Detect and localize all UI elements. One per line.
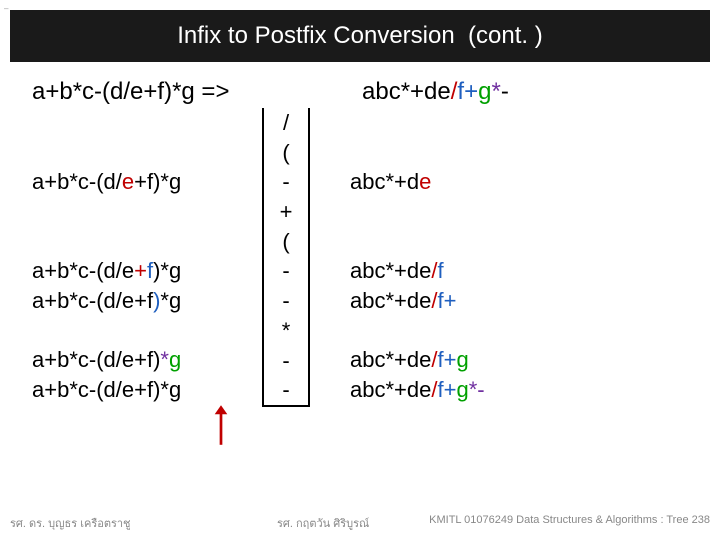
header-expr: a+b*c-(d/e+f)*g => (32, 78, 292, 106)
content-area: a+b*c-(d/e+f)*g => abc*+de/f+g*- /(a+b*c… (32, 78, 688, 500)
stack-cell: * (262, 316, 310, 346)
expr-cell: a+b*c-(d/e+f)*g (32, 288, 262, 314)
stack-cell: - (262, 286, 310, 316)
stack-cell: - (262, 256, 310, 286)
footer-mid: รศ. กฤตวัน ศิริบูรณ์ (277, 514, 369, 532)
header-result: abc*+de/f+g*- (362, 78, 509, 106)
expr-cell: a+b*c-(d/e+f)*g (32, 258, 262, 284)
output-cell: abc*+de/f+ (310, 288, 688, 314)
up-arrow-icon (212, 404, 230, 446)
stack-cell: - (262, 346, 310, 376)
output-cell: abc*+de/f (310, 258, 688, 284)
header-row: a+b*c-(d/e+f)*g => abc*+de/f+g*- (32, 78, 688, 106)
stack-cell: - (262, 167, 310, 197)
stack-cell: ( (262, 138, 310, 168)
footer-right: KMITL 01076249 Data Structures & Algorit… (429, 514, 710, 532)
expr-cell: a+b*c-(d/e+f)*g (32, 169, 262, 195)
output-cell: abc*+de/f+g (310, 347, 688, 373)
conversion-table: /(a+b*c-(d/e+f)*g-abc*+de+(a+b*c-(d/e+f)… (32, 108, 688, 405)
stack-cell: / (262, 108, 310, 138)
tiny-corner: – (4, 4, 8, 13)
stack-cell: - (262, 375, 310, 405)
stack-cell: + (262, 197, 310, 227)
footer: รศ. ดร. บุญธร เครือตราชู รศ. กฤตวัน ศิริ… (10, 514, 710, 532)
footer-left: รศ. ดร. บุญธร เครือตราชู (10, 514, 131, 532)
slide: – Infix to Postfix Conversion (cont. ) a… (0, 0, 720, 540)
expr-cell: a+b*c-(d/e+f)*g (32, 347, 262, 373)
stack-cell: ( (262, 227, 310, 257)
title-text: Infix to Postfix Conversion (cont. ) (177, 22, 542, 50)
output-cell: abc*+de/f+g*- (310, 377, 688, 403)
title-bar: Infix to Postfix Conversion (cont. ) (10, 10, 710, 62)
output-cell: abc*+de (310, 169, 688, 195)
expr-cell: a+b*c-(d/e+f)*g (32, 377, 262, 403)
